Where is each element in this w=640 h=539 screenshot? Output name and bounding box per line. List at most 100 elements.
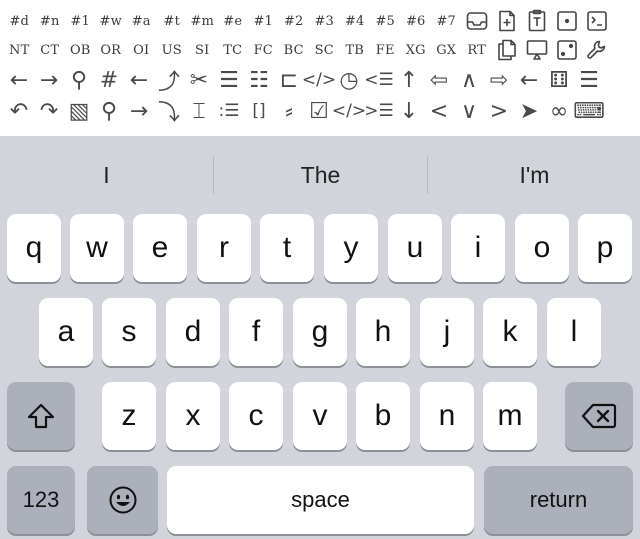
backspace-key[interactable] (565, 382, 633, 450)
terminal-icon[interactable] (582, 7, 612, 35)
key-v[interactable]: v (293, 382, 347, 450)
file-search-icon[interactable]: ⚲ (94, 97, 124, 125)
tb-gx[interactable]: GX (431, 36, 462, 64)
arrow-down-icon[interactable]: ↓ (394, 97, 424, 125)
dice-four-icon[interactable]: ⚅ (544, 66, 574, 94)
chevron-right-icon[interactable]: > (484, 97, 514, 125)
copy-file-icon[interactable] (492, 36, 522, 64)
tb-oi[interactable]: OI (126, 36, 157, 64)
arrow-up-turn-icon[interactable]: ⤴ (154, 66, 184, 95)
add-file-icon[interactable] (492, 7, 522, 35)
return-key[interactable]: return (484, 466, 633, 534)
tb-bc[interactable]: BC (279, 36, 310, 64)
dot-square-icon[interactable] (552, 7, 582, 35)
key-f[interactable]: f (229, 298, 283, 366)
tb-si[interactable]: SI (187, 36, 218, 64)
clipboard-list-icon[interactable]: ☷ (244, 66, 274, 94)
inbox-tray-icon[interactable] (462, 7, 492, 35)
key-b[interactable]: b (356, 382, 410, 450)
tb-rt[interactable]: RT (462, 36, 493, 64)
arrow-right-icon[interactable]: → (34, 66, 64, 94)
key-x[interactable]: x (166, 382, 220, 450)
indent-icon[interactable]: >☰ (364, 97, 394, 125)
tb-fe[interactable]: FE (370, 36, 401, 64)
text-cursor-icon[interactable]: ⌶ (184, 97, 214, 125)
tb-or[interactable]: OR (96, 36, 127, 64)
tb-heading-a[interactable]: #a (126, 7, 157, 35)
wrench-icon[interactable] (582, 36, 612, 64)
key-r[interactable]: r (197, 214, 251, 282)
numbers-key[interactable]: 123 (7, 466, 75, 534)
arrow-left-line-icon[interactable]: ← (514, 66, 544, 94)
tb-tb[interactable]: TB (340, 36, 371, 64)
align-center-icon[interactable]: ☰ (214, 66, 244, 94)
key-g[interactable]: g (293, 298, 347, 366)
tb-nt[interactable]: NT (4, 36, 35, 64)
key-y[interactable]: y (324, 214, 378, 282)
suggestion-3[interactable]: I'm (428, 136, 640, 214)
key-c[interactable]: c (229, 382, 283, 450)
tb-us[interactable]: US (157, 36, 188, 64)
tb-heading-w[interactable]: #w (96, 7, 127, 35)
key-p[interactable]: p (578, 214, 632, 282)
key-s[interactable]: s (102, 298, 156, 366)
search-icon[interactable]: ⚲ (64, 66, 94, 94)
tb-heading-d[interactable]: #d (4, 7, 35, 35)
arrow-right-line-icon[interactable]: → (124, 97, 154, 125)
hash-icon[interactable]: # (94, 66, 124, 94)
send-icon[interactable]: ➤ (514, 97, 544, 125)
tb-heading-2[interactable]: #2 (279, 7, 310, 35)
menu-icon[interactable]: ☰ (574, 66, 604, 94)
key-i[interactable]: i (451, 214, 505, 282)
key-z[interactable]: z (102, 382, 156, 450)
key-k[interactable]: k (483, 298, 537, 366)
chevron-left-icon[interactable]: < (424, 97, 454, 125)
dice-icon[interactable] (552, 36, 582, 64)
undo-icon[interactable]: ↶ (4, 97, 34, 125)
tb-heading-3[interactable]: #3 (309, 7, 340, 35)
keyboard-dismiss-icon[interactable]: ⌨ (573, 97, 605, 125)
arrow-up-icon[interactable]: ↑ (394, 66, 424, 94)
tb-heading-5[interactable]: #5 (370, 7, 401, 35)
brackets-icon[interactable]: [] (244, 97, 274, 125)
space-key[interactable]: space (167, 466, 474, 534)
key-l[interactable]: l (547, 298, 601, 366)
tb-heading-n[interactable]: #n (35, 7, 66, 35)
key-n[interactable]: n (420, 382, 474, 450)
package-icon[interactable]: ▧ (64, 97, 94, 125)
emoji-key[interactable] (87, 466, 158, 534)
key-w[interactable]: w (70, 214, 124, 282)
tb-xg[interactable]: XG (401, 36, 432, 64)
key-e[interactable]: e (133, 214, 187, 282)
redo-icon[interactable]: ↷ (34, 97, 64, 125)
shift-key[interactable] (7, 382, 75, 450)
tb-heading-4[interactable]: #4 (340, 7, 371, 35)
tb-ct[interactable]: CT (35, 36, 66, 64)
outdent-icon[interactable]: <☰ (364, 66, 394, 94)
key-h[interactable]: h (356, 298, 410, 366)
code-tag-icon[interactable]: </> (302, 66, 336, 94)
key-a[interactable]: a (39, 298, 93, 366)
key-o[interactable]: o (515, 214, 569, 282)
key-u[interactable]: u (388, 214, 442, 282)
present-screen-icon[interactable] (522, 36, 552, 64)
tb-fc[interactable]: FC (248, 36, 279, 64)
key-q[interactable]: q (7, 214, 61, 282)
link-icon[interactable]: ∞ (544, 97, 574, 125)
list-icon[interactable]: :☰ (214, 97, 244, 125)
tb-heading-1b[interactable]: #1 (248, 7, 279, 35)
chevron-up-icon[interactable]: ∧ (454, 66, 484, 94)
tb-heading-m[interactable]: #m (187, 7, 218, 35)
tb-heading-t[interactable]: #t (157, 7, 188, 35)
tree-structure-icon[interactable]: ⊏ (274, 66, 304, 94)
chevron-down-icon[interactable]: ∨ (454, 97, 484, 125)
tb-sc[interactable]: SC (309, 36, 340, 64)
git-branch-icon[interactable]: ⸗ (274, 97, 304, 125)
key-j[interactable]: j (420, 298, 474, 366)
suggestion-2[interactable]: The (214, 136, 427, 214)
arrow-down-turn-icon[interactable]: ⤵ (154, 97, 184, 126)
clock-icon[interactable]: ◷ (334, 66, 364, 94)
arrow-left-outline-icon[interactable]: ⇦ (424, 66, 454, 94)
arrow-left-icon[interactable]: ← (4, 66, 34, 94)
tb-heading-7[interactable]: #7 (431, 7, 462, 35)
